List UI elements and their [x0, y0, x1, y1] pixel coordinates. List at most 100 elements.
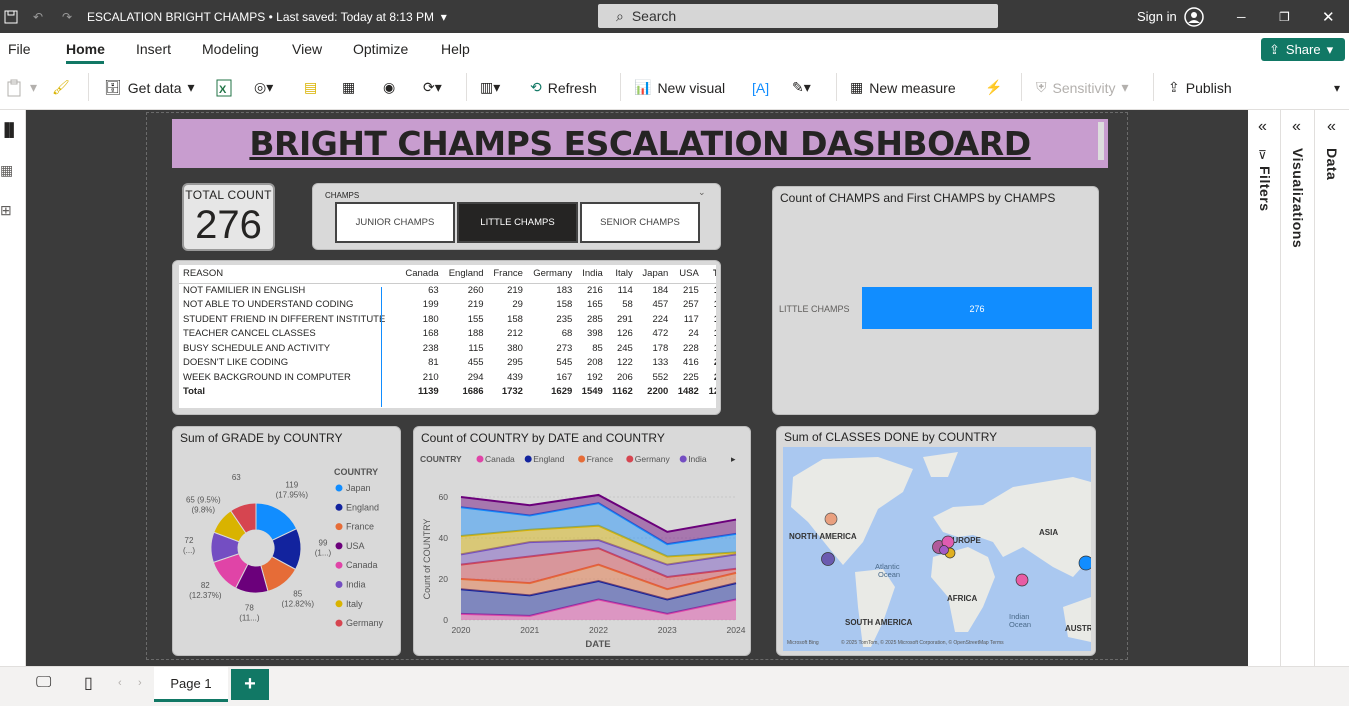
map-bubble-canada[interactable] — [824, 512, 838, 526]
more-visuals-icon[interactable]: ✎▾ — [792, 65, 811, 110]
map-credit[interactable]: © 2025 TomTom, © 2025 Microsoft Corporat… — [841, 639, 1004, 646]
bar-chart[interactable]: LITTLE CHAMPS 276 — [773, 187, 1100, 416]
donut-chart[interactable]: 119(17.95%) 99(1...) 85(12.82%) 78(11...) 82… — [173, 427, 402, 657]
map-bubble-japan[interactable] — [1078, 555, 1091, 571]
matrix-header-italy[interactable]: Italy — [606, 265, 637, 284]
transform-icon[interactable]: ⟳▾ — [423, 65, 442, 110]
menu-modeling[interactable]: Modeling — [202, 41, 259, 57]
map-bubble-france[interactable] — [939, 545, 949, 555]
donut-legend-item[interactable]: Japan — [346, 483, 371, 493]
table-row[interactable]: NOT ABLE TO UNDERSTAND CODING 199 219 29 158… — [179, 298, 716, 313]
share-button[interactable]: ⇪ Share ▾ — [1261, 38, 1345, 61]
text-box-icon[interactable]: [A] — [752, 65, 769, 110]
scrollbar[interactable] — [1098, 122, 1104, 160]
desktop-layout-icon[interactable]: 🖵 — [36, 674, 51, 692]
area-legend-item[interactable]: Germany — [635, 454, 671, 464]
new-measure-button[interactable]: ▦ New measure — [850, 65, 956, 110]
matrix-header-england[interactable]: England — [442, 265, 488, 284]
matrix-header-japan[interactable]: Japan — [636, 265, 673, 284]
redo-icon[interactable]: ↷ — [62, 0, 72, 33]
menu-help[interactable]: Help — [441, 41, 470, 57]
table-row[interactable]: BUSY SCHEDULE AND ACTIVITY 238 115 380 273 85… — [179, 341, 716, 356]
matrix-header-france[interactable]: France — [487, 265, 527, 284]
table-row[interactable]: NOT FAMILIER IN ENGLISH 63 260 219 183 216 114… — [179, 283, 716, 298]
reason-matrix[interactable]: REASON Canada England France Germany India Ita… — [179, 265, 716, 408]
new-visual-button[interactable]: 📊 New visual — [634, 65, 725, 110]
close-icon[interactable]: ✕ — [1322, 0, 1335, 33]
add-page-button[interactable]: + — [231, 669, 269, 700]
area-legend-item[interactable]: India — [688, 454, 707, 464]
excel-icon[interactable]: X — [216, 65, 232, 110]
undo-icon[interactable]: ↶ — [33, 0, 43, 33]
table-row[interactable]: TEACHER CANCEL CLASSES 168 188 212 68 398 126 4… — [179, 327, 716, 342]
area-legend-item[interactable]: Canada — [485, 454, 515, 464]
donut-legend-item[interactable]: Italy — [346, 599, 363, 609]
tab-page-1[interactable]: Page 1 — [154, 667, 228, 702]
matrix-header-canada[interactable]: Canada — [399, 265, 443, 284]
slicer-option-little[interactable]: LITTLE CHAMPS — [457, 202, 578, 243]
avatar-icon[interactable] — [1184, 0, 1204, 33]
map-bubble-india[interactable] — [1015, 573, 1029, 587]
map-bubble-usa[interactable] — [821, 552, 835, 566]
paste-icon[interactable]: ▾ — [6, 65, 37, 110]
collapse-filters-icon[interactable]: « — [1258, 118, 1267, 136]
donut-legend-item[interactable]: France — [346, 522, 374, 532]
dataverse-icon[interactable]: ◎▾ — [254, 65, 273, 110]
donut-legend-item[interactable]: USA — [346, 541, 365, 551]
area-chart[interactable]: 0 20 40 60 2020 2021 2022 2023 2024 DATE Count of … — [414, 427, 752, 657]
transform-data-icon[interactable]: ▥▾ — [480, 65, 500, 110]
matrix-header-india[interactable]: India — [576, 265, 607, 284]
minimize-icon[interactable]: ─ — [1237, 0, 1246, 33]
chevron-down-icon[interactable]: ▾ — [441, 10, 447, 24]
sign-in-link[interactable]: Sign in — [1137, 0, 1177, 33]
donut-legend-item[interactable]: England — [346, 502, 379, 512]
sensitivity-button[interactable]: ⛨ Sensitivity ▾ — [1036, 65, 1129, 110]
table-row[interactable]: STUDENT FRIEND IN DIFFERENT INSTITUTE 180… — [179, 312, 716, 327]
collapse-data-icon[interactable]: « — [1327, 118, 1336, 136]
next-page-icon[interactable]: › — [138, 677, 142, 689]
model-view-icon[interactable]: ⊞ — [0, 202, 12, 219]
report-view-icon[interactable]: ▐▌ — [0, 122, 18, 137]
menu-insert[interactable]: Insert — [136, 41, 171, 57]
publish-button[interactable]: ⇪ Publish — [1168, 65, 1232, 110]
donut-legend-item[interactable]: India — [346, 580, 366, 590]
table-view-icon[interactable]: ▦ — [0, 162, 13, 179]
donut-legend-item[interactable]: Canada — [346, 560, 378, 570]
menu-file[interactable]: File — [8, 41, 31, 57]
filters-pane-label[interactable]: Filters — [1257, 166, 1273, 212]
table-row[interactable]: WEEK BACKGROUND IN COMPUTER 210 294 439 167 1… — [179, 370, 716, 385]
document-title[interactable]: ESCALATION BRIGHT CHAMPS • Last saved: T… — [87, 0, 447, 33]
search-input[interactable]: ⌕ Search — [598, 4, 998, 28]
mobile-layout-icon[interactable]: ▯ — [84, 673, 93, 693]
slicer-option-senior[interactable]: SENIOR CHAMPS — [580, 202, 700, 243]
matrix-header-reason[interactable]: REASON — [179, 265, 400, 284]
restore-icon[interactable]: ❐ — [1279, 0, 1290, 33]
refresh-button[interactable]: ⟲ Refresh — [530, 65, 597, 110]
visualizations-pane-label[interactable]: Visualizations — [1290, 148, 1306, 248]
collapse-visualizations-icon[interactable]: « — [1292, 118, 1301, 136]
legend-next-icon[interactable]: ▸ — [731, 454, 736, 464]
data-pane-label[interactable]: Data — [1324, 148, 1340, 180]
donut-legend-item[interactable]: Germany — [346, 618, 384, 628]
collapse-ribbon-icon[interactable]: ▾ — [1334, 65, 1340, 110]
prev-page-icon[interactable]: ‹ — [118, 677, 122, 689]
menu-optimize[interactable]: Optimize — [353, 41, 408, 57]
area-legend-item[interactable]: France — [587, 454, 614, 464]
recent-sources-icon[interactable]: ▤ — [304, 65, 317, 110]
enter-data-icon[interactable]: ▦ — [342, 65, 355, 110]
quick-measure-icon[interactable]: ⚡ — [985, 65, 1002, 110]
matrix-header-usa[interactable]: USA — [672, 265, 703, 284]
chevron-down-icon[interactable]: ⌄ — [698, 187, 706, 198]
matrix-header-total[interactable]: Total — [702, 265, 716, 284]
table-total-row[interactable]: Total 1139 1686 1732 1629 1549 1162 2200 1482 125… — [179, 385, 716, 400]
total-count-card[interactable]: TOTAL COUNT 276 — [182, 183, 275, 251]
world-map[interactable]: NORTH AMERICA EUROPE ASIA AFRICA SOUTH A… — [783, 447, 1091, 651]
matrix-header-germany[interactable]: Germany — [526, 265, 577, 284]
menu-view[interactable]: View — [292, 41, 322, 57]
dataflow-icon[interactable]: ◉ — [383, 65, 395, 110]
format-painter-icon[interactable]: 🖌 — [52, 65, 70, 110]
dashboard-title-banner[interactable]: BRIGHT CHAMPS ESCALATION DASHBOARD — [172, 119, 1108, 168]
menu-home[interactable]: Home — [66, 41, 105, 57]
area-legend-item[interactable]: England — [533, 454, 564, 464]
get-data-button[interactable]: 🗄 Get data ▾ — [104, 65, 195, 110]
